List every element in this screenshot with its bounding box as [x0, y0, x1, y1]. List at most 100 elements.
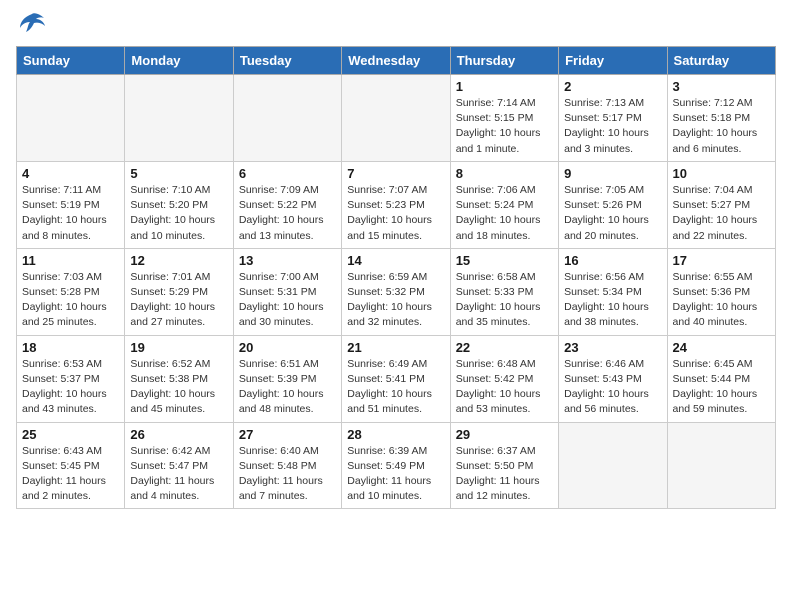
- weekday-header-wednesday: Wednesday: [342, 47, 450, 75]
- day-info: Sunrise: 7:13 AMSunset: 5:17 PMDaylight:…: [564, 96, 661, 157]
- day-info: Sunrise: 6:40 AMSunset: 5:48 PMDaylight:…: [239, 444, 336, 505]
- calendar-cell: [342, 75, 450, 162]
- calendar-cell: 22 Sunrise: 6:48 AMSunset: 5:42 PMDayligh…: [450, 335, 558, 422]
- calendar-cell: 24 Sunrise: 6:45 AMSunset: 5:44 PMDayligh…: [667, 335, 775, 422]
- calendar-cell: 4 Sunrise: 7:11 AMSunset: 5:19 PMDaylight…: [17, 161, 125, 248]
- calendar-cell: 2 Sunrise: 7:13 AMSunset: 5:17 PMDaylight…: [559, 75, 667, 162]
- day-number: 2: [564, 79, 661, 94]
- day-info: Sunrise: 6:48 AMSunset: 5:42 PMDaylight:…: [456, 357, 553, 418]
- day-number: 20: [239, 340, 336, 355]
- calendar-cell: 14 Sunrise: 6:59 AMSunset: 5:32 PMDayligh…: [342, 248, 450, 335]
- day-number: 16: [564, 253, 661, 268]
- day-number: 11: [22, 253, 119, 268]
- calendar-cell: 27 Sunrise: 6:40 AMSunset: 5:48 PMDayligh…: [233, 422, 341, 509]
- day-number: 27: [239, 427, 336, 442]
- calendar-cell: 7Sunrise: 7:07 AMSunset: 5:23 PMDaylight…: [342, 161, 450, 248]
- day-info: Sunrise: 7:03 AMSunset: 5:28 PMDaylight:…: [22, 270, 119, 331]
- day-info: Sunrise: 6:51 AMSunset: 5:39 PMDaylight:…: [239, 357, 336, 418]
- day-number: 19: [130, 340, 227, 355]
- day-number: 9: [564, 166, 661, 181]
- day-info: Sunrise: 6:43 AMSunset: 5:45 PMDaylight:…: [22, 444, 119, 505]
- calendar-week-row: 4 Sunrise: 7:11 AMSunset: 5:19 PMDaylight…: [17, 161, 776, 248]
- day-info: Sunrise: 7:12 AMSunset: 5:18 PMDaylight:…: [673, 96, 770, 157]
- day-number: 24: [673, 340, 770, 355]
- calendar-cell: 20 Sunrise: 6:51 AMSunset: 5:39 PMDayligh…: [233, 335, 341, 422]
- day-number: 17: [673, 253, 770, 268]
- calendar-cell: 16 Sunrise: 6:56 AMSunset: 5:34 PMDayligh…: [559, 248, 667, 335]
- day-number: 26: [130, 427, 227, 442]
- logo: [16, 16, 46, 34]
- day-info: Sunrise: 6:53 AMSunset: 5:37 PMDaylight:…: [22, 357, 119, 418]
- day-info: Sunrise: 6:45 AMSunset: 5:44 PMDaylight:…: [673, 357, 770, 418]
- day-number: 12: [130, 253, 227, 268]
- weekday-header-tuesday: Tuesday: [233, 47, 341, 75]
- calendar-cell: 8 Sunrise: 7:06 AMSunset: 5:24 PMDaylight…: [450, 161, 558, 248]
- day-info: Sunrise: 6:37 AMSunset: 5:50 PMDaylight:…: [456, 444, 553, 505]
- day-info: Sunrise: 7:10 AMSunset: 5:20 PMDaylight:…: [130, 183, 227, 244]
- calendar-cell: 3 Sunrise: 7:12 AMSunset: 5:18 PMDaylight…: [667, 75, 775, 162]
- day-number: 5: [130, 166, 227, 181]
- calendar-cell: 18Sunrise: 6:53 AMSunset: 5:37 PMDayligh…: [17, 335, 125, 422]
- calendar-cell: 29 Sunrise: 6:37 AMSunset: 5:50 PMDayligh…: [450, 422, 558, 509]
- day-info: Sunrise: 6:55 AMSunset: 5:36 PMDaylight:…: [673, 270, 770, 331]
- calendar-cell: 25Sunrise: 6:43 AMSunset: 5:45 PMDayligh…: [17, 422, 125, 509]
- calendar-cell: 11 Sunrise: 7:03 AMSunset: 5:28 PMDayligh…: [17, 248, 125, 335]
- calendar-week-row: 11 Sunrise: 7:03 AMSunset: 5:28 PMDayligh…: [17, 248, 776, 335]
- calendar-cell: [17, 75, 125, 162]
- day-number: 14: [347, 253, 444, 268]
- calendar-cell: [233, 75, 341, 162]
- logo-bird-icon: [18, 12, 46, 34]
- calendar-header-row: SundayMondayTuesdayWednesdayThursdayFrid…: [17, 47, 776, 75]
- day-number: 23: [564, 340, 661, 355]
- weekday-header-friday: Friday: [559, 47, 667, 75]
- day-number: 6: [239, 166, 336, 181]
- day-number: 8: [456, 166, 553, 181]
- calendar-week-row: 25Sunrise: 6:43 AMSunset: 5:45 PMDayligh…: [17, 422, 776, 509]
- page-header: [16, 16, 776, 34]
- calendar-cell: 10 Sunrise: 7:04 AMSunset: 5:27 PMDayligh…: [667, 161, 775, 248]
- weekday-header-saturday: Saturday: [667, 47, 775, 75]
- calendar-cell: 15Sunrise: 6:58 AMSunset: 5:33 PMDayligh…: [450, 248, 558, 335]
- day-number: 29: [456, 427, 553, 442]
- day-info: Sunrise: 7:14 AMSunset: 5:15 PMDaylight:…: [456, 96, 553, 157]
- day-info: Sunrise: 6:59 AMSunset: 5:32 PMDaylight:…: [347, 270, 444, 331]
- calendar-week-row: 18Sunrise: 6:53 AMSunset: 5:37 PMDayligh…: [17, 335, 776, 422]
- day-number: 10: [673, 166, 770, 181]
- day-info: Sunrise: 6:39 AMSunset: 5:49 PMDaylight:…: [347, 444, 444, 505]
- day-info: Sunrise: 6:56 AMSunset: 5:34 PMDaylight:…: [564, 270, 661, 331]
- calendar-week-row: 1 Sunrise: 7:14 AMSunset: 5:15 PMDaylight…: [17, 75, 776, 162]
- weekday-header-monday: Monday: [125, 47, 233, 75]
- day-info: Sunrise: 7:09 AMSunset: 5:22 PMDaylight:…: [239, 183, 336, 244]
- day-number: 4: [22, 166, 119, 181]
- calendar-cell: 13 Sunrise: 7:00 AMSunset: 5:31 PMDayligh…: [233, 248, 341, 335]
- day-info: Sunrise: 7:04 AMSunset: 5:27 PMDaylight:…: [673, 183, 770, 244]
- calendar-cell: 26 Sunrise: 6:42 AMSunset: 5:47 PMDayligh…: [125, 422, 233, 509]
- day-info: Sunrise: 6:58 AMSunset: 5:33 PMDaylight:…: [456, 270, 553, 331]
- day-info: Sunrise: 6:52 AMSunset: 5:38 PMDaylight:…: [130, 357, 227, 418]
- calendar-cell: 12Sunrise: 7:01 AMSunset: 5:29 PMDayligh…: [125, 248, 233, 335]
- calendar-cell: 6 Sunrise: 7:09 AMSunset: 5:22 PMDaylight…: [233, 161, 341, 248]
- calendar-cell: [667, 422, 775, 509]
- day-info: Sunrise: 7:00 AMSunset: 5:31 PMDaylight:…: [239, 270, 336, 331]
- calendar-cell: 23Sunrise: 6:46 AMSunset: 5:43 PMDayligh…: [559, 335, 667, 422]
- calendar-cell: 17 Sunrise: 6:55 AMSunset: 5:36 PMDayligh…: [667, 248, 775, 335]
- day-info: Sunrise: 6:49 AMSunset: 5:41 PMDaylight:…: [347, 357, 444, 418]
- calendar-cell: 21 Sunrise: 6:49 AMSunset: 5:41 PMDayligh…: [342, 335, 450, 422]
- weekday-header-thursday: Thursday: [450, 47, 558, 75]
- calendar-cell: [125, 75, 233, 162]
- calendar-cell: 19 Sunrise: 6:52 AMSunset: 5:38 PMDayligh…: [125, 335, 233, 422]
- day-info: Sunrise: 6:42 AMSunset: 5:47 PMDaylight:…: [130, 444, 227, 505]
- calendar-cell: 9 Sunrise: 7:05 AMSunset: 5:26 PMDaylight…: [559, 161, 667, 248]
- calendar-cell: 5 Sunrise: 7:10 AMSunset: 5:20 PMDaylight…: [125, 161, 233, 248]
- day-number: 13: [239, 253, 336, 268]
- calendar-cell: 1 Sunrise: 7:14 AMSunset: 5:15 PMDaylight…: [450, 75, 558, 162]
- day-info: Sunrise: 7:06 AMSunset: 5:24 PMDaylight:…: [456, 183, 553, 244]
- day-number: 22: [456, 340, 553, 355]
- day-number: 1: [456, 79, 553, 94]
- day-info: Sunrise: 7:07 AMSunset: 5:23 PMDaylight:…: [347, 183, 444, 244]
- calendar-cell: 28Sunrise: 6:39 AMSunset: 5:49 PMDayligh…: [342, 422, 450, 509]
- day-number: 21: [347, 340, 444, 355]
- day-number: 3: [673, 79, 770, 94]
- day-info: Sunrise: 7:11 AMSunset: 5:19 PMDaylight:…: [22, 183, 119, 244]
- day-info: Sunrise: 7:05 AMSunset: 5:26 PMDaylight:…: [564, 183, 661, 244]
